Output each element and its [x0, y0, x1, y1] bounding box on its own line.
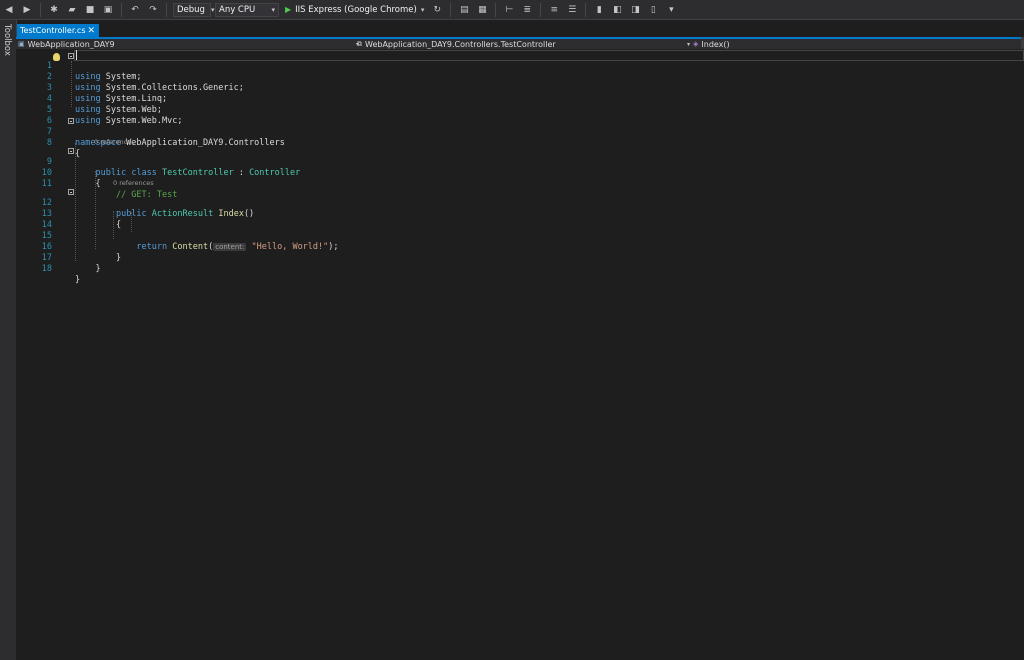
code-line: 14 [16, 209, 1016, 230]
class-dropdown[interactable]: ⧉ WebApplication_DAY9.Controllers.TestCo… [357, 39, 691, 49]
code-line: 12 public ActionResult Index() [16, 187, 1016, 219]
back-icon[interactable]: ◀ [3, 4, 15, 16]
play-icon: ▶ [285, 5, 292, 14]
run-button[interactable]: ▶ IIS Express (Google Chrome) ▾ [285, 5, 424, 15]
toolbar-divider [40, 2, 41, 17]
navigation-bar: ▣ WebApplication_DAY9 ▾ ⧉ WebApplication… [16, 39, 1024, 49]
codelens-references[interactable]: 0 references [113, 180, 154, 187]
undo-icon[interactable]: ↶ [129, 4, 141, 16]
code-line: 8 { [16, 127, 1016, 159]
format-icon[interactable]: ≣ [521, 4, 533, 16]
chevron-down-icon: ▾ [271, 5, 275, 14]
refresh-icon[interactable]: ↻ [431, 4, 443, 16]
member-dropdown[interactable]: ◈ Index() [693, 39, 1024, 49]
code-line: 1 using System; [16, 50, 1016, 82]
toolbar-divider [121, 2, 122, 17]
code-line: 4 using System.Web; [16, 83, 1016, 115]
code-line: 17 } [16, 242, 1016, 274]
codelens-references[interactable]: 0 references [94, 139, 135, 146]
code-editor[interactable]: 1 using System; 2 using System.Collectio… [16, 49, 1024, 660]
overflow-icon[interactable]: ▾ [665, 4, 677, 16]
code-line: 5 using System.Web.Mvc; [16, 94, 1016, 126]
brace: } [75, 275, 81, 285]
configuration-value: Debug [177, 4, 205, 15]
run-target-label: IIS Express (Google Chrome) [295, 4, 417, 15]
line-number: 18 [41, 264, 52, 274]
chevron-down-icon: ▾ [210, 5, 215, 14]
platform-dropdown[interactable]: Any CPU ▾ [215, 2, 279, 17]
code-line: 16 } [16, 231, 1016, 263]
text-cursor [76, 50, 77, 60]
comment-icon[interactable]: ≡ [548, 4, 560, 16]
main-toolbar: ◀ ▶ ✱ ▰ ■ ▣ ↶ ↷ Debug ▾ Any CPU ▾ ▶ IIS … [0, 0, 1024, 20]
toolbox-sidebar[interactable]: Toolbox [0, 20, 17, 660]
document-tab-strip: TestController.cs ✕ [16, 24, 1024, 39]
browser-link-icon[interactable]: ▦ [476, 4, 488, 16]
save-all-icon[interactable]: ▣ [102, 4, 114, 16]
chevron-down-icon[interactable]: ▾ [421, 6, 425, 14]
toolbar-divider [166, 2, 167, 17]
new-project-icon[interactable]: ✱ [48, 4, 60, 16]
configuration-dropdown[interactable]: Debug ▾ [173, 2, 214, 17]
toolbox-label[interactable]: Toolbox [2, 24, 12, 56]
save-icon[interactable]: ■ [84, 4, 96, 16]
code-line: 18 } [16, 253, 1016, 285]
chevron-down-icon: ▾ [687, 40, 691, 48]
code-line: 10 { [16, 157, 1016, 189]
close-icon[interactable]: ✕ [87, 26, 95, 36]
toolbar-divider [540, 2, 542, 17]
bookmark-icon[interactable]: ▮ [593, 4, 605, 16]
tab-testcontroller[interactable]: TestController.cs ✕ [17, 24, 99, 37]
toolbar-divider [495, 2, 497, 17]
uncomment-icon[interactable]: ☰ [566, 4, 578, 16]
code-line: 15 return Content(content: "Hello, World… [16, 220, 1016, 252]
code-line: 13 { [16, 198, 1016, 230]
code-line: 9 public class TestController : Controll… [16, 146, 1016, 178]
tab-label: TestController.cs [20, 26, 86, 35]
code-line: 7 namespace WebApplication_DAY9.Controll… [16, 116, 1016, 148]
code-line: 3 using System.Linq; [16, 72, 1016, 104]
forward-icon[interactable]: ▶ [21, 4, 33, 16]
member-name: Index() [701, 39, 730, 49]
next-bookmark-icon[interactable]: ◨ [629, 4, 641, 16]
code-line: 11 // GET: Test [16, 168, 1016, 200]
brace: } [95, 264, 101, 274]
class-name: WebApplication_DAY9.Controllers.TestCont… [365, 39, 556, 49]
code-line: 2 using System.Collections.Generic; [16, 61, 1016, 93]
method-icon: ◈ [693, 40, 699, 48]
folder-icon[interactable]: ▤ [458, 4, 470, 16]
step-icon[interactable]: ⊢ [503, 4, 515, 16]
class-icon: ⧉ [357, 39, 362, 48]
toolbar-divider [450, 2, 452, 17]
redo-icon[interactable]: ↷ [147, 4, 159, 16]
clear-bookmarks-icon[interactable]: ▯ [647, 4, 659, 16]
prev-bookmark-icon[interactable]: ◧ [611, 4, 623, 16]
project-name: WebApplication_DAY9 [27, 39, 115, 49]
toolbar-divider [585, 2, 587, 17]
platform-value: Any CPU [219, 4, 256, 15]
code-line: 6 [16, 105, 1016, 126]
csharp-project-icon: ▣ [18, 40, 25, 48]
project-dropdown[interactable]: ▣ WebApplication_DAY9 ▾ [18, 39, 359, 49]
open-file-icon[interactable]: ▰ [66, 4, 78, 16]
